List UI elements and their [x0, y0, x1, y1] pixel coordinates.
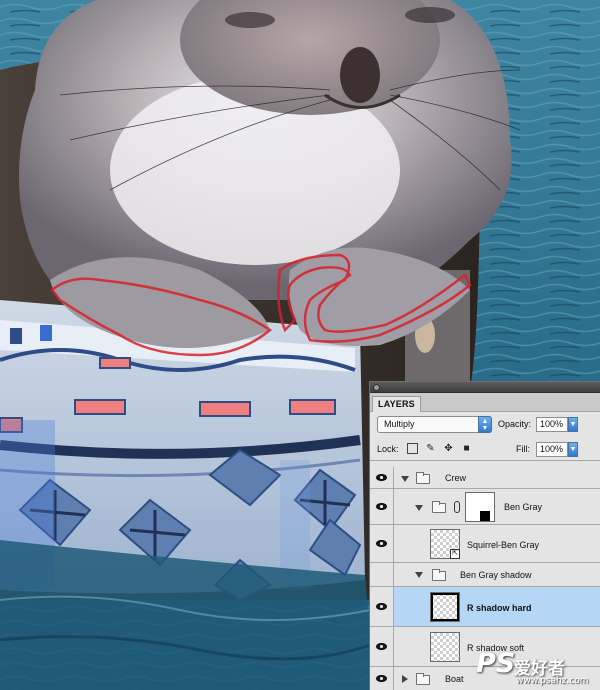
tab-layers[interactable]: LAYERS: [372, 396, 421, 412]
layer-row-ben-gray[interactable]: Ben Gray: [370, 489, 600, 525]
layer-row-r-shadow-hard[interactable]: R shadow hard: [370, 587, 600, 627]
expand-triangle-icon[interactable]: [401, 476, 409, 482]
eye-icon: [376, 503, 387, 510]
eye-icon: [376, 474, 387, 481]
blend-row: Multiply ▲ ▼ Opacity: 100% ▼: [370, 412, 600, 438]
fill-value: 100%: [540, 444, 564, 454]
lock-label: Lock:: [377, 444, 399, 454]
watermark-url: www.psahz.com: [516, 676, 589, 686]
opacity-label: Opacity:: [498, 419, 532, 429]
visibility-toggle[interactable]: [370, 525, 394, 562]
visibility-toggle[interactable]: [370, 667, 394, 690]
eye-icon: [376, 675, 387, 682]
opacity-value: 100%: [540, 419, 564, 429]
eye-icon: [376, 540, 387, 547]
lock-move-icon[interactable]: ✥: [443, 443, 454, 454]
fill-field[interactable]: 100%: [536, 442, 568, 457]
folder-icon: [432, 501, 446, 513]
layer-thumbnail[interactable]: [430, 632, 460, 662]
blend-mode-select[interactable]: Multiply ▲ ▼: [377, 416, 492, 433]
folder-icon: [432, 569, 446, 581]
visibility-toggle[interactable]: [370, 563, 394, 586]
mask-thumbnail[interactable]: [465, 492, 495, 522]
panel-titlebar[interactable]: [370, 382, 600, 393]
blend-mode-value: Multiply: [384, 419, 415, 429]
fill-label: Fill:: [516, 444, 530, 454]
lock-row: Lock: ✎ ✥ ■ Fill: 100% ▼: [370, 438, 600, 461]
watermark-logo: PS: [476, 648, 516, 679]
visibility-toggle[interactable]: [370, 627, 394, 666]
fill-dropdown-button[interactable]: ▼: [568, 442, 578, 457]
layer-row-squirrel[interactable]: ⇱ Squirrel-Ben Gray: [370, 525, 600, 563]
layer-name: Crew: [445, 473, 467, 483]
lock-all-icon[interactable]: ■: [461, 443, 472, 454]
smart-object-icon: ⇱: [450, 549, 460, 559]
folder-icon: [416, 673, 430, 685]
panel-tabbar: LAYERS: [370, 393, 600, 412]
lock-transparent-icon[interactable]: [407, 443, 418, 454]
folder-icon: [416, 472, 430, 484]
layer-name: Ben Gray: [504, 502, 543, 512]
link-icon[interactable]: [454, 501, 460, 513]
opacity-dropdown-button[interactable]: ▼: [568, 417, 578, 432]
visibility-toggle[interactable]: [370, 587, 394, 626]
layers-panel: LAYERS Multiply ▲ ▼ Opacity: 100% ▼ Lock:…: [369, 381, 600, 690]
lock-brush-icon[interactable]: ✎: [425, 443, 436, 454]
expand-triangle-icon[interactable]: [415, 572, 423, 578]
layer-name: Boat: [445, 674, 464, 684]
opacity-field[interactable]: 100%: [536, 417, 568, 432]
expand-triangle-icon[interactable]: [415, 505, 423, 511]
visibility-toggle[interactable]: [370, 489, 394, 524]
layer-thumbnail[interactable]: [430, 592, 460, 622]
visibility-toggle[interactable]: [370, 467, 394, 488]
layer-name: Squirrel-Ben Gray: [467, 540, 540, 550]
select-arrows-icon: ▲ ▼: [478, 416, 492, 433]
eye-icon: [376, 603, 387, 610]
layer-row-crew[interactable]: Crew: [370, 467, 600, 489]
layer-thumbnail[interactable]: ⇱: [430, 529, 460, 559]
layer-row-ben-gray-shadow[interactable]: Ben Gray shadow: [370, 563, 600, 587]
layer-name: Ben Gray shadow: [460, 570, 532, 580]
mask-shape: [480, 511, 490, 521]
expand-triangle-icon[interactable]: [402, 675, 408, 683]
site-watermark: PS 爱好者 www.psahz.com: [476, 648, 600, 690]
layer-name: R shadow hard: [467, 603, 532, 613]
eye-icon: [376, 643, 387, 650]
close-icon[interactable]: [373, 384, 380, 391]
